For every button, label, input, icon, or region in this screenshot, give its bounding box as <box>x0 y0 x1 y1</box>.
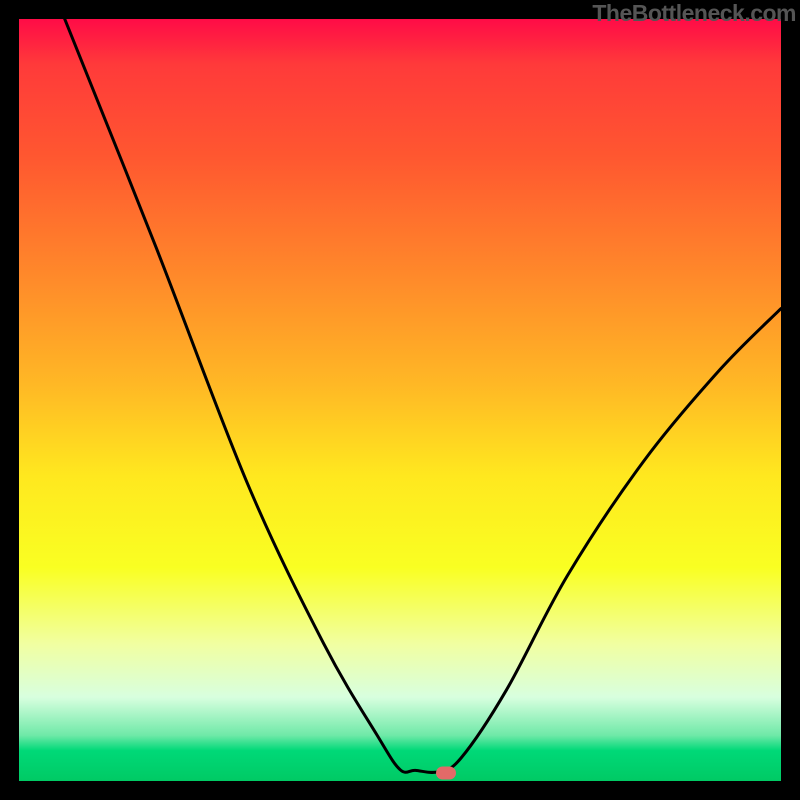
bottleneck-curve <box>19 19 781 781</box>
optimal-point-marker <box>436 767 456 780</box>
plot-area <box>19 19 781 781</box>
attribution-label: TheBottleneck.com <box>588 0 800 26</box>
chart-container: TheBottleneck.com <box>0 0 800 800</box>
